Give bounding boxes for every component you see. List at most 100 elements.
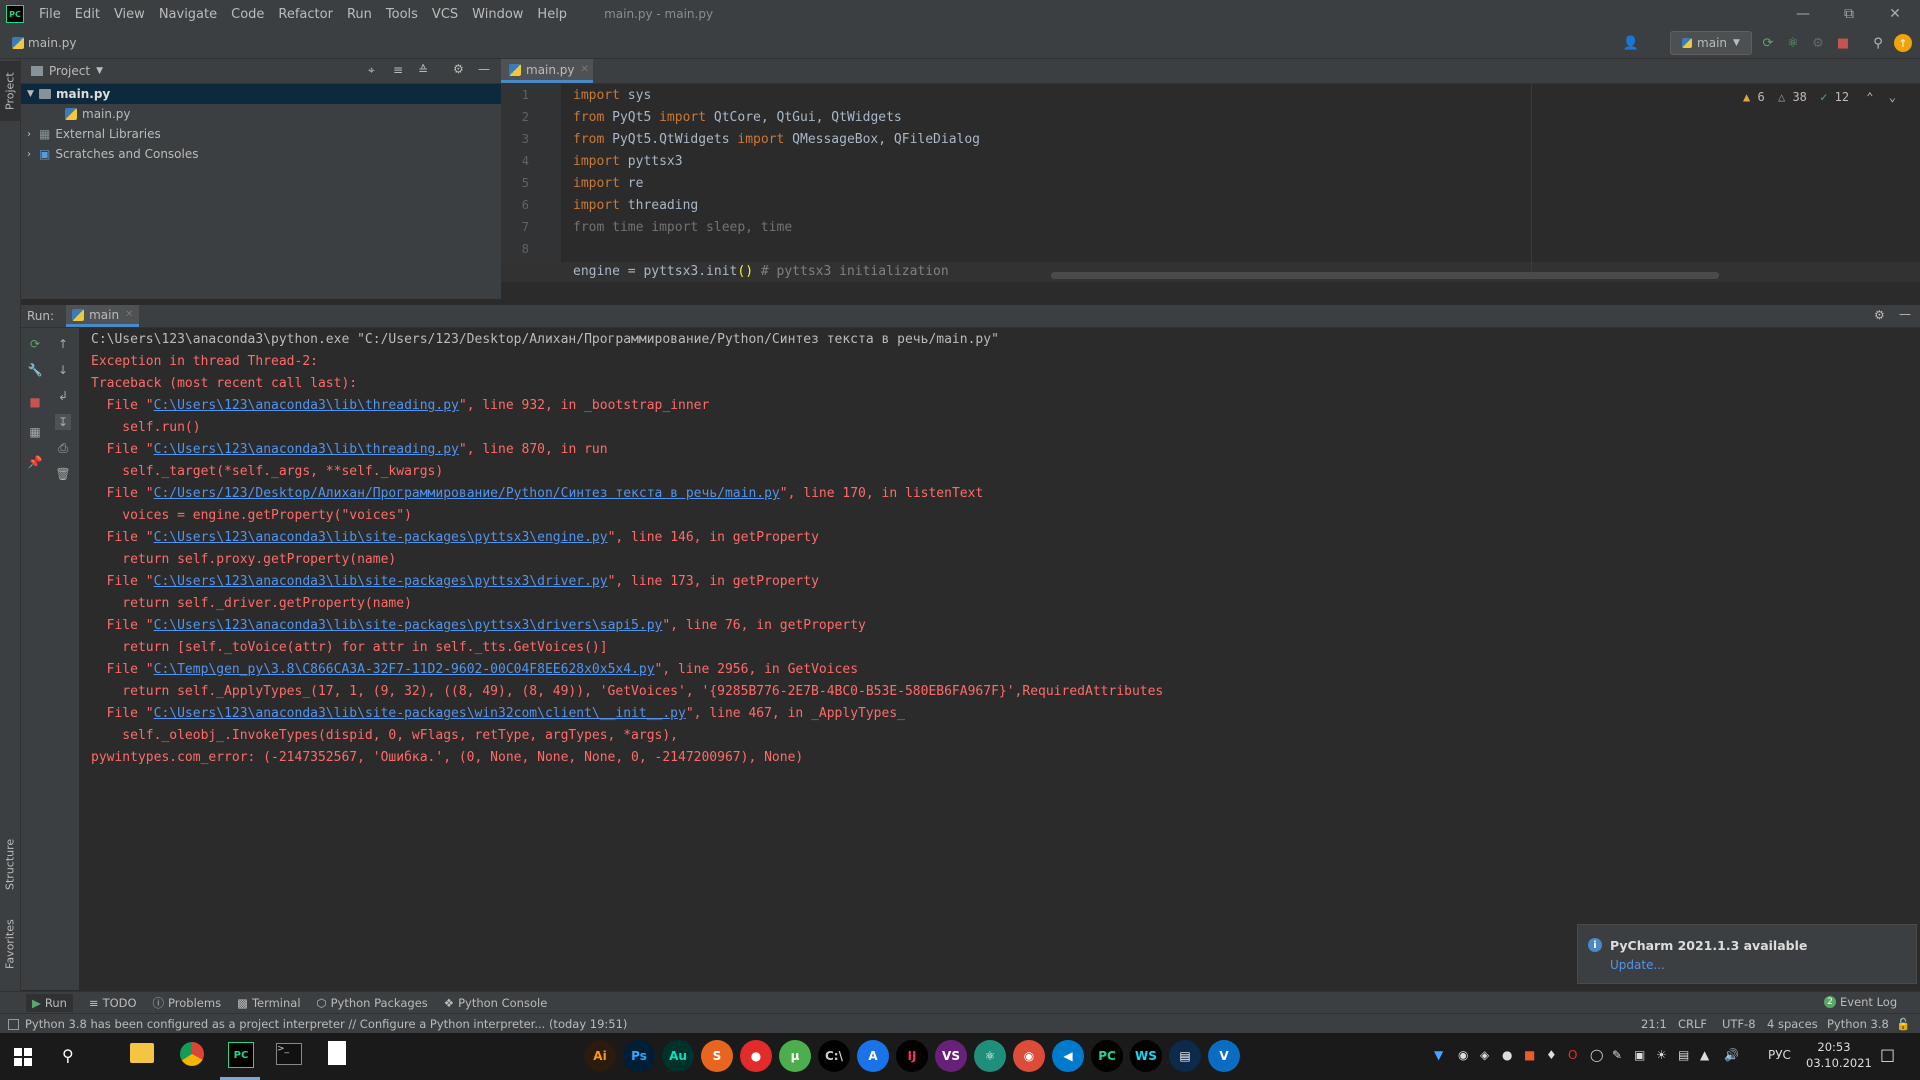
file-link[interactable]: C:\Users\123\anaconda3\lib\site-packages…	[154, 530, 608, 545]
taskbar-app-icon[interactable]: VS	[935, 1040, 967, 1072]
tree-item-main-py[interactable]: main.py	[21, 104, 501, 124]
language-indicator[interactable]: РУС	[1768, 1048, 1791, 1062]
tray-icon[interactable]: ◉	[1458, 1048, 1468, 1062]
tree-item-scratches[interactable]: › ▣ Scratches and Consoles	[21, 144, 501, 164]
menu-help[interactable]: Help	[530, 7, 574, 22]
close-tab-icon[interactable]: ✕	[581, 64, 589, 75]
chevron-down-icon[interactable]: ▼	[27, 89, 39, 99]
taskbar-app-icon[interactable]: PC	[1091, 1040, 1123, 1072]
menu-window[interactable]: Window	[465, 7, 530, 22]
clock[interactable]: 20:53 03.10.2021	[1806, 1039, 1872, 1071]
windows-start-icon[interactable]	[14, 1048, 32, 1066]
chrome-icon[interactable]	[180, 1042, 204, 1066]
taskbar-app-icon[interactable]: WS	[1130, 1040, 1162, 1072]
taskbar-app-icon[interactable]: Au	[662, 1040, 694, 1072]
menu-run[interactable]: Run	[340, 7, 379, 22]
chevron-down-icon[interactable]: ▼	[96, 66, 103, 76]
menu-tools[interactable]: Tools	[379, 7, 425, 22]
arrow-down-icon[interactable]: ↓	[55, 362, 71, 378]
interpreter-setting[interactable]: Python 3.8	[1827, 1017, 1889, 1031]
lock-icon[interactable]: 🔓	[1896, 1017, 1910, 1031]
tray-icon[interactable]: ▼	[1434, 1048, 1443, 1062]
rerun-icon[interactable]: ⟳	[27, 336, 43, 352]
chevron-right-icon[interactable]: ›	[27, 129, 39, 140]
tool-tab-run[interactable]: ▶ Run	[26, 994, 73, 1012]
menu-navigate[interactable]: Navigate	[152, 7, 224, 22]
run-config-select[interactable]: main ▼	[1670, 31, 1752, 55]
menu-view[interactable]: View	[107, 7, 152, 22]
line-separator[interactable]: CRLF	[1678, 1017, 1707, 1031]
pin-icon[interactable]: 📌	[27, 454, 43, 470]
taskbar-app-icon[interactable]: S	[701, 1040, 733, 1072]
debug-icon[interactable]: ⚛	[1784, 34, 1802, 52]
pycharm-taskbar-icon[interactable]: PC	[228, 1042, 254, 1068]
tray-icon[interactable]: ◯	[1590, 1048, 1603, 1062]
taskbar-app-icon[interactable]: IJ	[896, 1040, 928, 1072]
taskbar-app-icon[interactable]: ▤	[1169, 1040, 1201, 1072]
print-icon[interactable]: ⎙	[55, 440, 71, 456]
tool-tab-terminal[interactable]: ▩ Terminal	[237, 996, 300, 1010]
tray-icon[interactable]: ✎	[1612, 1048, 1622, 1062]
indent-setting[interactable]: 4 spaces	[1767, 1017, 1818, 1031]
file-link[interactable]: C:\Users\123\anaconda3\lib\threading.py	[154, 398, 459, 413]
status-message[interactable]: Python 3.8 has been configured as a proj…	[25, 1017, 627, 1031]
collapse-all-icon[interactable]: ≙	[418, 63, 428, 77]
chevron-up-icon[interactable]: ⌃	[1866, 90, 1873, 104]
taskbar-app-icon[interactable]: ◀	[1052, 1040, 1084, 1072]
arrow-up-icon[interactable]: ↑	[55, 336, 71, 352]
scroll-to-end-icon[interactable]: ↧	[55, 414, 71, 430]
expand-all-icon[interactable]: ≡	[393, 63, 403, 77]
menu-edit[interactable]: Edit	[68, 7, 107, 22]
run-tab-main[interactable]: main ✕	[66, 305, 140, 327]
code-editor[interactable]: 1 2 3 4 5 6 7 8 9 import sys from PyQt5 …	[501, 84, 1920, 282]
project-panel-title[interactable]: Project	[49, 64, 90, 78]
tool-tab-python-packages[interactable]: ⬡ Python Packages	[317, 996, 428, 1010]
stop-icon[interactable]: ■	[1834, 34, 1852, 52]
console-taskbar-icon[interactable]: >_	[276, 1043, 302, 1065]
volume-icon[interactable]: 🔊	[1724, 1048, 1739, 1062]
favorites-tool-tab[interactable]: Favorites	[0, 909, 20, 979]
search-icon[interactable]: ⚲	[1869, 34, 1887, 52]
tree-item-external-libraries[interactable]: › ▦ External Libraries	[21, 124, 501, 144]
taskbar-app-icon[interactable]: Ps	[623, 1040, 655, 1072]
update-icon[interactable]: ↑	[1894, 34, 1912, 52]
stop-icon[interactable]: ■	[27, 394, 43, 410]
tray-icon[interactable]: ▲	[1700, 1048, 1709, 1062]
file-link[interactable]: C:\Users\123\anaconda3\lib\site-packages…	[154, 574, 608, 589]
menu-file[interactable]: File	[32, 7, 68, 22]
editor-tab-main-py[interactable]: main.py ✕	[501, 59, 593, 83]
tray-icon[interactable]: ■	[1524, 1048, 1535, 1062]
tool-tab-todo[interactable]: ≡ TODO	[89, 996, 137, 1010]
tool-tab-event-log[interactable]: 2 Event Log	[1824, 995, 1897, 1009]
file-explorer-icon[interactable]	[130, 1043, 154, 1063]
taskbar-app-icon[interactable]: V	[1208, 1040, 1240, 1072]
taskbar-app-icon[interactable]: ⚛	[974, 1040, 1006, 1072]
taskbar-app-icon[interactable]: µ	[779, 1040, 811, 1072]
taskbar-app-icon[interactable]: ●	[740, 1040, 772, 1072]
user-icon[interactable]: 👤	[1622, 34, 1640, 52]
hide-icon[interactable]: —	[478, 62, 490, 76]
restore-icon[interactable]: ⧉	[1826, 0, 1872, 28]
menu-code[interactable]: Code	[224, 7, 271, 22]
file-link[interactable]: C:\Users\123\anaconda3\lib\site-packages…	[154, 706, 686, 721]
layout-icon[interactable]: ▦	[27, 424, 43, 440]
gear-icon[interactable]: ⚙	[453, 62, 464, 76]
tray-icon[interactable]: ♦	[1546, 1048, 1557, 1062]
locate-icon[interactable]: ⌖	[368, 63, 375, 78]
wrench-icon[interactable]: 🔧	[27, 362, 43, 378]
structure-tool-tab[interactable]: Structure	[0, 829, 20, 899]
tool-tab-problems[interactable]: ⓘ Problems	[153, 995, 222, 1011]
inspection-widget[interactable]: ▲ 6 △ 38 ✓ 12 ⌃ ⌄	[1743, 90, 1896, 104]
network-icon[interactable]: ▤	[1678, 1048, 1689, 1062]
file-encoding[interactable]: UTF-8	[1722, 1017, 1756, 1031]
taskbar-app-icon[interactable]: C:\	[818, 1040, 850, 1072]
hide-icon[interactable]: —	[1899, 307, 1911, 321]
notepad-icon[interactable]	[328, 1041, 346, 1065]
gear-icon[interactable]: ⚙	[1874, 308, 1885, 322]
tray-icon[interactable]: ☀	[1656, 1048, 1667, 1062]
breadcrumb-file[interactable]: main.py	[28, 36, 77, 50]
rerun-icon[interactable]: ⟳	[1759, 34, 1777, 52]
minimize-icon[interactable]: —	[1780, 0, 1826, 28]
file-link[interactable]: C:\Users\123\anaconda3\lib\site-packages…	[154, 618, 663, 633]
soft-wrap-icon[interactable]: ↲	[55, 388, 71, 404]
